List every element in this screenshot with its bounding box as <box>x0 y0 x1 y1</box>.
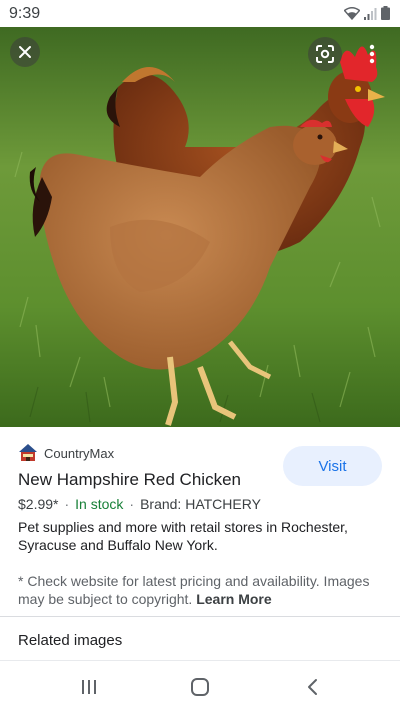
lens-button[interactable] <box>308 37 342 71</box>
recents-button[interactable] <box>74 673 104 701</box>
stock-status: In stock <box>75 496 124 512</box>
divider <box>0 616 400 617</box>
source-name: CountryMax <box>44 445 115 461</box>
product-description: Pet supplies and more with retail stores… <box>18 519 348 553</box>
separator-dot: · <box>64 496 70 512</box>
battery-icon <box>381 6 390 20</box>
separator-dot: · <box>129 496 135 512</box>
chicken-illustration <box>0 27 400 427</box>
status-bar: 9:39 <box>0 0 400 27</box>
brand: Brand: HATCHERY <box>140 496 261 512</box>
product-title[interactable]: New Hampshire Red Chicken <box>18 470 241 490</box>
close-icon <box>19 46 31 58</box>
related-images-heading: Related images <box>18 632 123 649</box>
source-row[interactable]: CountryMax <box>18 443 114 463</box>
visit-button[interactable]: Visit <box>283 446 382 486</box>
back-button[interactable] <box>298 673 328 701</box>
recents-icon <box>82 680 96 694</box>
home-button[interactable] <box>185 673 215 701</box>
status-time: 9:39 <box>9 5 41 22</box>
learn-more-link[interactable]: Learn More <box>196 591 271 607</box>
home-icon <box>191 678 209 696</box>
status-icons <box>344 6 390 20</box>
store-logo-icon <box>19 444 37 461</box>
lens-icon <box>316 45 334 63</box>
product-image[interactable] <box>0 27 400 427</box>
disclaimer-text: * Check website for latest pricing and a… <box>18 573 370 607</box>
system-nav-bar <box>0 660 400 713</box>
back-icon <box>308 679 317 695</box>
product-meta: $2.99* · In stock · Brand: HATCHERY <box>18 496 261 512</box>
more-options-button[interactable] <box>359 37 385 71</box>
close-button[interactable] <box>10 37 40 67</box>
price: $2.99* <box>18 496 59 512</box>
wifi-icon <box>344 7 360 20</box>
signal-icon <box>364 8 377 20</box>
more-vert-icon <box>369 44 375 64</box>
disclaimer: * Check website for latest pricing and a… <box>18 572 380 608</box>
